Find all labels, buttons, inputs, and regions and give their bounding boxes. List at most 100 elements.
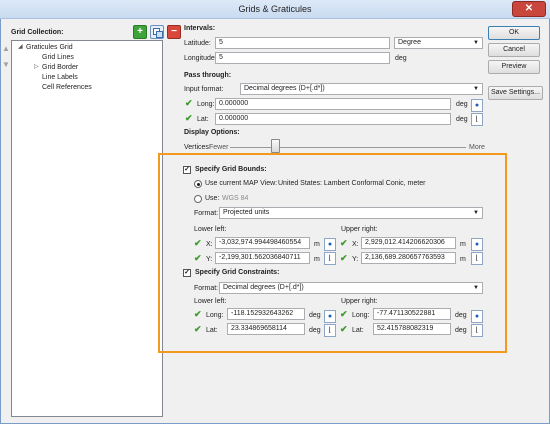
ll-y-label: Y: xyxy=(206,256,213,263)
grid-constraints-checkbox[interactable]: ✓ xyxy=(183,269,191,277)
check-icon: ✔ xyxy=(340,309,348,319)
tree-item-line-labels[interactable]: Line Labels xyxy=(42,74,78,81)
move-down-button[interactable]: ▼ xyxy=(2,60,10,70)
collapse-icon[interactable]: ◢ xyxy=(18,43,23,50)
cancel-button[interactable]: Cancel xyxy=(488,43,540,57)
tree-item-cell-references[interactable]: Cell References xyxy=(42,84,92,91)
save-settings-button[interactable]: Save Settings... xyxy=(488,86,543,100)
ur-lat-input[interactable]: 52.415788082319 xyxy=(373,323,451,335)
pass-lat-label: Lat: xyxy=(197,116,209,123)
ur-y-unit: m xyxy=(460,256,466,263)
ur-x-unit: m xyxy=(460,241,466,248)
minus-icon: − xyxy=(171,26,177,37)
ll-x-label: X: xyxy=(206,241,213,248)
pick-upper-right-button[interactable]: ● ⌊ xyxy=(471,238,483,266)
pick-constraint-upper-right-button[interactable]: ● ⌊ xyxy=(471,310,483,338)
tree-item-grid-border[interactable]: Grid Border xyxy=(42,64,78,71)
grid-tree[interactable]: ◢ Graticules Grid Grid Lines ▷ Grid Bord… xyxy=(11,40,163,417)
ll-y-input[interactable]: -2,199,301.562036840711 xyxy=(215,252,310,264)
pick-location-button[interactable]: ● ⌊ xyxy=(471,99,483,127)
expand-icon[interactable]: ▷ xyxy=(34,63,39,70)
tree-root[interactable]: Graticules Grid xyxy=(26,44,73,51)
vertices-more-label: More xyxy=(469,144,485,151)
preview-button[interactable]: Preview xyxy=(488,60,540,74)
plus-icon: + xyxy=(137,26,143,37)
pick-lower-left-button[interactable]: ● ⌊ xyxy=(324,238,336,266)
dropdown-arrow-icon: ▼ xyxy=(473,210,479,216)
vertices-slider-thumb[interactable] xyxy=(271,139,280,153)
ll-lat-unit: deg xyxy=(309,327,321,334)
tree-item-grid-lines[interactable]: Grid Lines xyxy=(42,54,74,61)
ur-lat-unit: deg xyxy=(455,327,467,334)
constraints-format-select[interactable]: Decimal degrees (D+[.d*]) ▼ xyxy=(219,282,483,294)
use-datum-radio[interactable] xyxy=(194,195,202,203)
pointer-icon: ⌊ xyxy=(471,324,483,337)
map-pin-icon: ● xyxy=(471,238,483,251)
bounds-format-value: Projected units xyxy=(223,209,270,216)
ur-x-input[interactable]: 2,929,012.414206620306 xyxy=(361,237,456,249)
grid-bounds-heading: Specify Grid Bounds: xyxy=(195,166,267,173)
ur-long-input[interactable]: -77.471130522881 xyxy=(373,308,451,320)
pointer-icon: ⌊ xyxy=(471,113,483,126)
remove-grid-button[interactable]: − xyxy=(167,25,181,39)
add-grid-button[interactable]: + xyxy=(133,25,147,39)
input-format-select[interactable]: Decimal degrees (D+[.d*]) ▼ xyxy=(240,83,483,95)
map-pin-icon: ● xyxy=(471,99,483,112)
ur-long-label: Long: xyxy=(352,312,370,319)
bounds-upper-right-label: Upper right: xyxy=(341,226,378,233)
ll-y-unit: m xyxy=(314,256,320,263)
bounds-format-select[interactable]: Projected units ▼ xyxy=(219,207,483,219)
bounds-lower-left-label: Lower left: xyxy=(194,226,227,233)
constraints-upper-right-label: Upper right: xyxy=(341,298,378,305)
ll-x-input[interactable]: -3,032,974.994498460554 xyxy=(215,237,310,249)
grid-constraints-heading: Specify Grid Constraints: xyxy=(195,269,280,276)
latitude-input[interactable]: 5 xyxy=(215,37,390,49)
pass-lat-unit: deg xyxy=(456,116,468,123)
ur-lat-label: Lat: xyxy=(352,327,364,334)
longitude-unit: deg xyxy=(395,55,407,62)
ur-y-input[interactable]: 2,136,689.280657763593 xyxy=(361,252,456,264)
check-icon: ✔ xyxy=(185,98,193,108)
dropdown-arrow-icon: ▼ xyxy=(473,40,479,46)
ur-x-label: X: xyxy=(352,241,359,248)
check-icon: ✔ xyxy=(194,238,202,248)
copy-grid-button[interactable] xyxy=(150,25,164,39)
pass-through-heading: Pass through: xyxy=(184,72,232,79)
vertices-fewer-label: Fewer xyxy=(209,144,229,151)
grid-bounds-checkbox[interactable]: ✓ xyxy=(183,166,191,174)
ll-lat-label: Lat: xyxy=(206,327,218,334)
ll-long-unit: deg xyxy=(309,312,321,319)
bounds-format-label: Format: xyxy=(194,210,219,217)
pick-constraint-lower-left-button[interactable]: ● ⌊ xyxy=(324,310,336,338)
use-label: Use: xyxy=(205,195,220,202)
display-options-heading: Display Options: xyxy=(184,129,240,136)
window-title: Grids & Graticules xyxy=(238,4,312,14)
grid-collection-label: Grid Collection: xyxy=(11,29,64,36)
ll-long-input[interactable]: -118.152932643262 xyxy=(227,308,305,320)
use-map-view-radio[interactable] xyxy=(194,180,202,188)
constraints-lower-left-label: Lower left: xyxy=(194,298,227,305)
check-icon: ✔ xyxy=(194,309,202,319)
pass-long-input[interactable]: 0.000000 xyxy=(215,98,451,110)
arrow-down-icon: ▼ xyxy=(2,60,10,69)
check-icon: ✔ xyxy=(194,324,202,334)
close-button[interactable]: ✕ xyxy=(512,1,546,17)
interval-unit-select[interactable]: Degree ▼ xyxy=(394,37,483,49)
use-datum-value: WGS 84 xyxy=(222,195,249,202)
vertices-slider-track[interactable] xyxy=(230,147,466,148)
pass-long-label: Long: xyxy=(197,101,215,108)
ll-lat-input[interactable]: 23.334869658114 xyxy=(227,323,305,335)
constraints-format-label: Format: xyxy=(194,285,219,292)
ur-y-label: Y: xyxy=(352,256,359,263)
pointer-icon: ⌊ xyxy=(324,324,336,337)
check-icon: ✔ xyxy=(340,253,348,263)
check-icon: ✔ xyxy=(340,238,348,248)
pointer-icon: ⌊ xyxy=(324,252,336,265)
ok-button[interactable]: OK xyxy=(488,26,540,40)
pass-lat-input[interactable]: 0.000000 xyxy=(215,113,451,125)
longitude-input[interactable]: 5 xyxy=(215,52,390,64)
input-format-value: Decimal degrees (D+[.d*]) xyxy=(244,85,325,92)
ll-x-unit: m xyxy=(314,241,320,248)
move-up-button[interactable]: ▲ xyxy=(2,44,10,54)
vertices-label: Vertices: xyxy=(184,144,211,151)
